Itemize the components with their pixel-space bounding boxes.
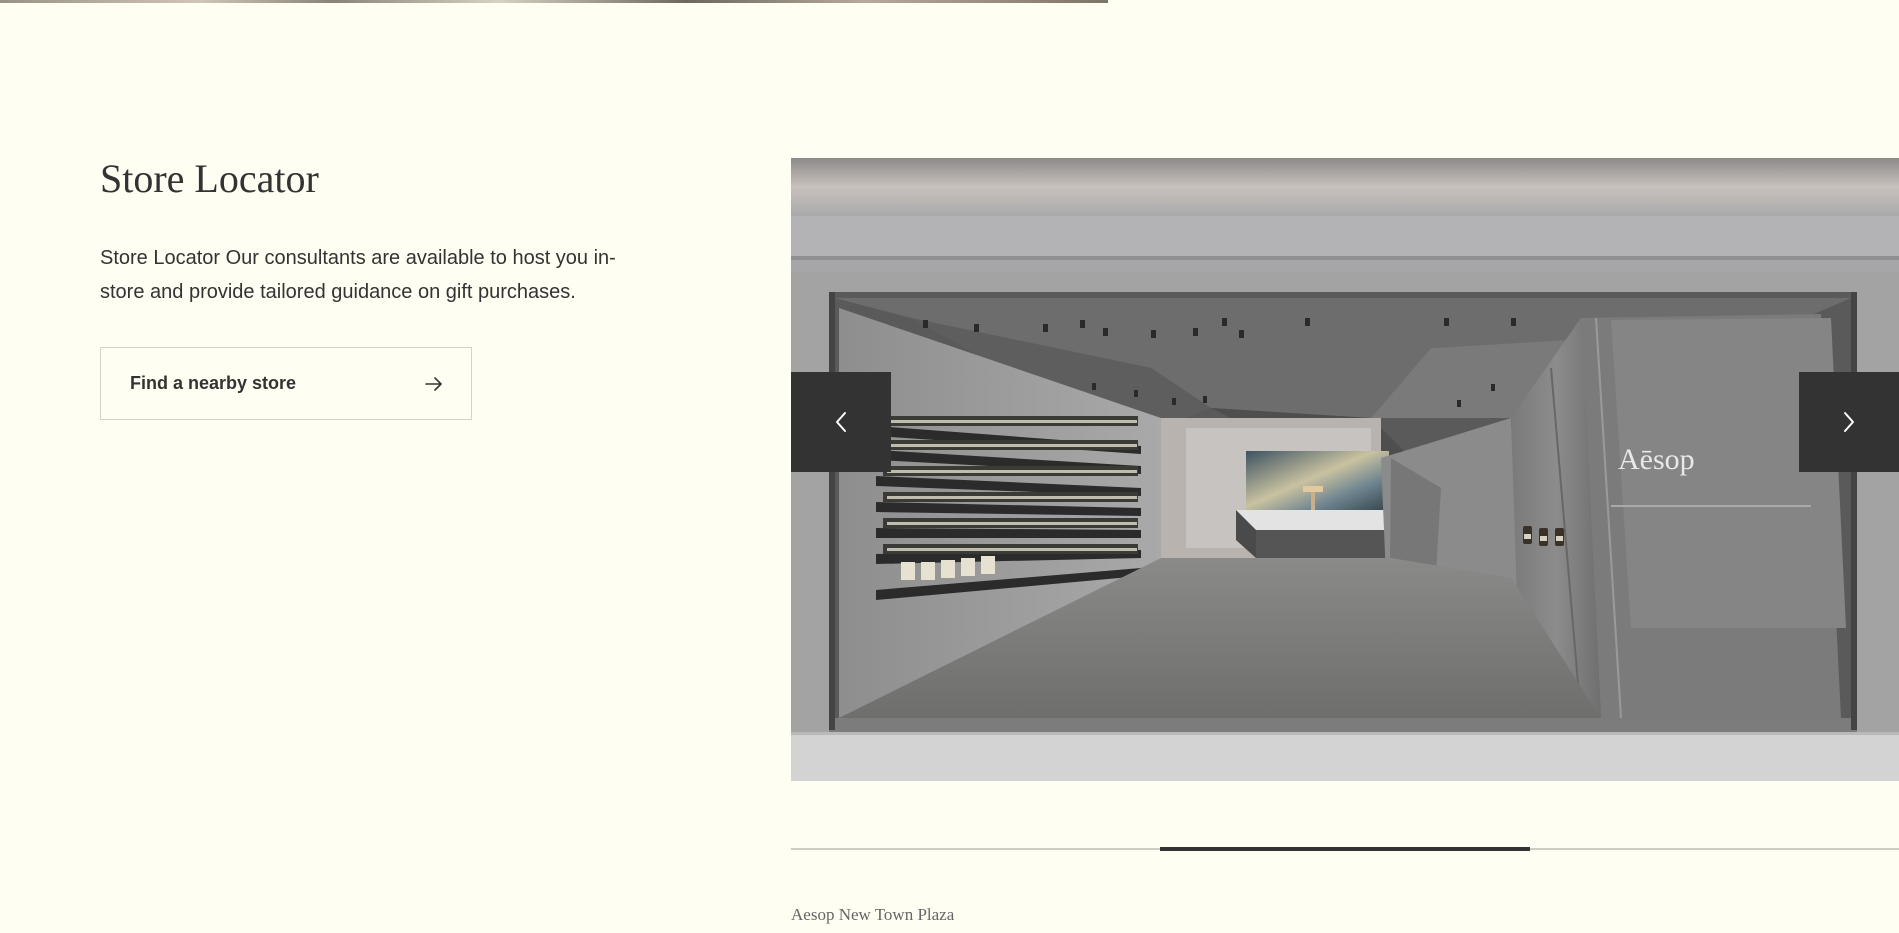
previous-section-image-edge <box>0 0 1108 3</box>
section-description: Store Locator Our consultants are availa… <box>100 247 616 303</box>
chevron-right-icon <box>1844 412 1854 432</box>
find-store-button[interactable]: Find a nearby store <box>100 347 472 420</box>
carousel-prev-button[interactable] <box>791 372 891 472</box>
store-interior-photo: Aēsop <box>791 158 1899 781</box>
carousel-progress-indicator <box>1160 847 1530 851</box>
store-locator-page: Store Locator Store Locator Our consulta… <box>0 0 1899 933</box>
store-brand-lettering: Aēsop <box>1618 443 1695 476</box>
section-title: Store Locator <box>100 156 319 201</box>
store-photo-slide[interactable]: Aēsop <box>791 158 1899 781</box>
chevron-left-icon <box>836 412 846 432</box>
carousel-next-button[interactable] <box>1799 372 1899 472</box>
find-store-button-label: Find a nearby store <box>130 373 297 393</box>
arrow-right-icon <box>425 376 442 391</box>
slide-caption: Aesop New Town Plaza <box>791 905 955 924</box>
